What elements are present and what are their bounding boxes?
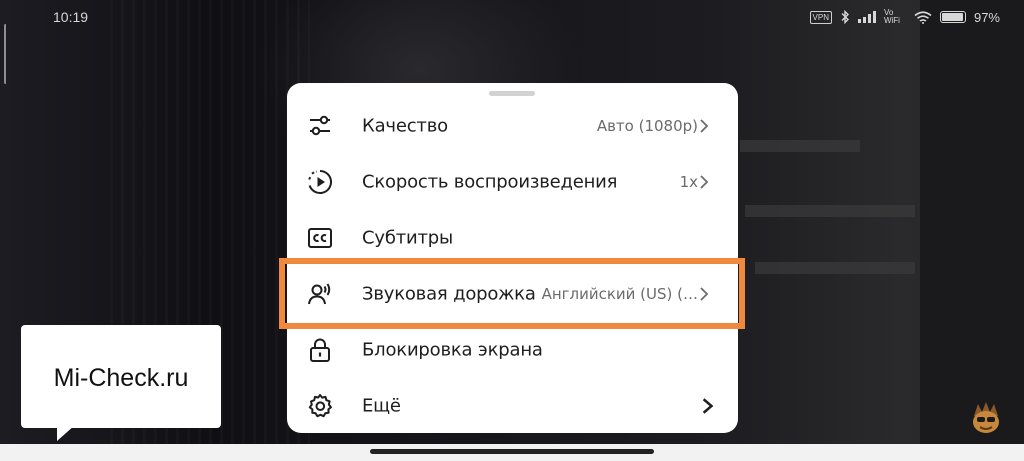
battery-icon <box>939 11 966 23</box>
chevron-right-icon <box>700 175 709 189</box>
background-wall <box>920 0 1024 444</box>
background-shelf <box>740 140 860 152</box>
playback-speed-icon <box>306 168 334 196</box>
closed-captions-icon <box>306 224 334 252</box>
watermark-text: Mi-Check.ru <box>53 364 189 392</box>
vowifi-label: Vo WiFi <box>883 8 900 25</box>
sheet-drag-handle[interactable] <box>489 91 535 96</box>
bluetooth-icon <box>841 10 849 24</box>
status-icons: VPN Vo WiFi 97% <box>809 8 1000 25</box>
menu-item-label: Блокировка экрана <box>362 339 543 361</box>
wifi-icon <box>914 10 932 24</box>
lock-icon <box>306 336 334 364</box>
callout-tail <box>57 425 75 441</box>
chevron-right-icon <box>700 119 709 133</box>
menu-item-quality[interactable]: Качество Авто (1080p) <box>287 98 738 154</box>
signal-icon <box>857 11 876 23</box>
sliders-icon <box>306 112 334 140</box>
menu-item-label: Качество <box>362 115 448 137</box>
menu-item-label: Ещё <box>362 395 401 417</box>
highlight-frame <box>279 258 745 329</box>
background-shelf <box>745 205 915 217</box>
channel-logo-icon <box>973 402 999 433</box>
menu-item-value: 1x <box>679 173 698 191</box>
vpn-icon: VPN <box>809 10 832 24</box>
menu-item-more[interactable]: Ещё <box>287 378 738 434</box>
watermark-callout: Mi-Check.ru <box>21 325 221 441</box>
chevron-right-icon <box>702 398 714 414</box>
menu-item-playback-speed[interactable]: Скорость воспроизведения 1x <box>287 154 738 210</box>
home-indicator[interactable] <box>370 449 654 454</box>
menu-item-value: Авто (1080p) <box>596 117 698 135</box>
status-bar: 10:19 VPN Vo WiFi 97% <box>0 0 1024 34</box>
menu-item-label: Скорость воспроизведения <box>362 171 618 193</box>
status-time: 10:19 <box>53 9 89 25</box>
background-shelf <box>755 262 915 274</box>
navigation-bar <box>0 444 1024 461</box>
menu-item-label: Субтитры <box>362 227 454 249</box>
gear-icon <box>306 392 334 420</box>
menu-item-screen-lock[interactable]: Блокировка экрана <box>287 322 738 378</box>
battery-level: 97% <box>973 9 1000 25</box>
